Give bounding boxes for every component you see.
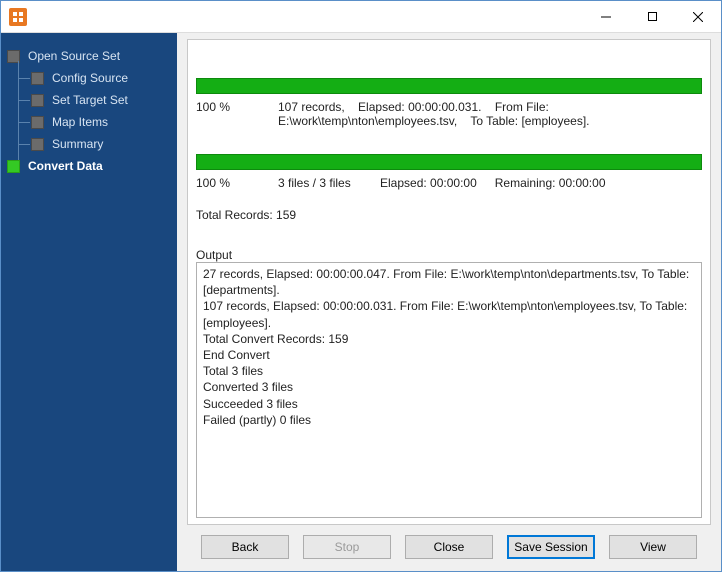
- total-progress-block: 100 % 3 files / 3 files Elapsed: 00:00:0…: [196, 154, 702, 222]
- step-convert-data[interactable]: Convert Data: [7, 155, 171, 177]
- step-label: Config Source: [52, 71, 128, 85]
- step-box-icon: [7, 160, 20, 173]
- step-summary[interactable]: Summary: [31, 133, 171, 155]
- total-elapsed: Elapsed: 00:00:00: [380, 176, 477, 190]
- stop-button: Stop: [303, 535, 391, 559]
- save-session-button[interactable]: Save Session: [507, 535, 595, 559]
- file-records: 107 records,: [278, 100, 345, 114]
- total-progress-bar: [196, 154, 702, 170]
- close-window-button[interactable]: [675, 1, 721, 33]
- output-textarea[interactable]: 27 records, Elapsed: 00:00:00.047. From …: [196, 262, 702, 518]
- total-records: Total Records: 159: [196, 208, 296, 222]
- file-percent: 100 %: [196, 100, 260, 128]
- wizard-sidebar: Open Source Set Config Source Set Target…: [1, 33, 177, 571]
- view-button[interactable]: View: [609, 535, 697, 559]
- file-path: E:\work\temp\nton\employees.tsv,: [278, 114, 457, 128]
- step-map-items[interactable]: Map Items: [31, 111, 171, 133]
- main-panel: 100 % 107 records, Elapsed: 00:00:00.031…: [177, 33, 721, 571]
- file-elapsed: Elapsed: 00:00:00.031.: [358, 100, 481, 114]
- file-to-table: To Table: [employees].: [470, 114, 589, 128]
- step-box-icon: [31, 116, 44, 129]
- total-remaining: Remaining: 00:00:00: [495, 176, 606, 190]
- back-button[interactable]: Back: [201, 535, 289, 559]
- total-files: 3 files / 3 files: [278, 176, 362, 190]
- step-box-icon: [31, 94, 44, 107]
- step-set-target-set[interactable]: Set Target Set: [31, 89, 171, 111]
- step-label: Convert Data: [28, 159, 103, 173]
- file-progress-bar: [196, 78, 702, 94]
- step-label: Map Items: [52, 115, 108, 129]
- button-bar: Back Stop Close Save Session View: [187, 525, 711, 563]
- total-percent: 100 %: [196, 176, 260, 190]
- minimize-button[interactable]: [583, 1, 629, 33]
- step-box-icon: [31, 72, 44, 85]
- step-open-source-set[interactable]: Open Source Set: [7, 45, 171, 67]
- step-config-source[interactable]: Config Source: [31, 67, 171, 89]
- file-progress-block: 100 % 107 records, Elapsed: 00:00:00.031…: [196, 78, 702, 128]
- output-label: Output: [196, 248, 702, 262]
- step-label: Summary: [52, 137, 103, 151]
- close-button[interactable]: Close: [405, 535, 493, 559]
- file-from-label: From File:: [495, 100, 549, 114]
- app-icon: [9, 8, 27, 26]
- step-box-icon: [31, 138, 44, 151]
- titlebar: [1, 1, 721, 33]
- step-label: Open Source Set: [28, 49, 120, 63]
- maximize-button[interactable]: [629, 1, 675, 33]
- step-label: Set Target Set: [52, 93, 128, 107]
